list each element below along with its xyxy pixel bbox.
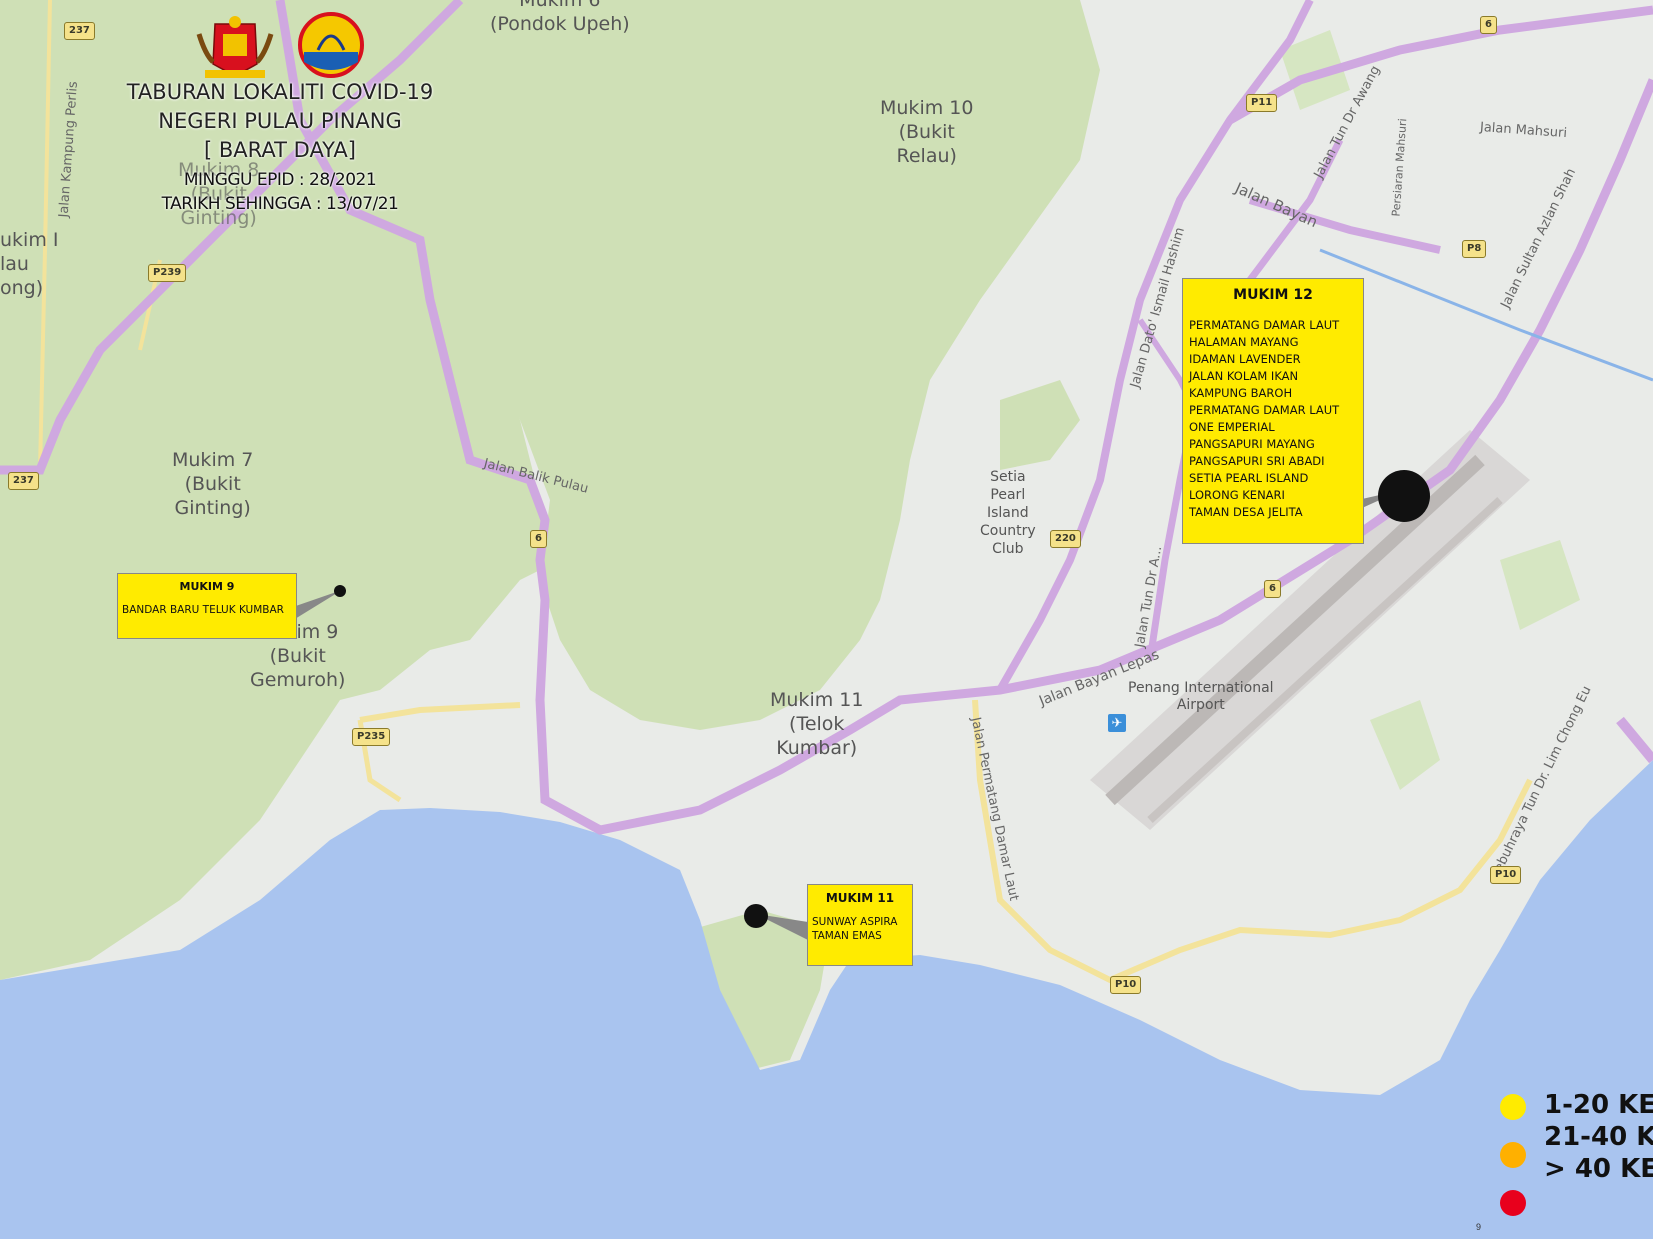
map-label-setia-pearl: Setia Pearl Island Country Club — [980, 469, 1036, 557]
callout-mukim11: MUKIM 11 SUNWAY ASPIRA TAMAN EMAS — [807, 884, 913, 966]
hotspot-mukim12[interactable] — [1378, 470, 1430, 522]
callout-mukim12-item: KAMPUNG BAROH — [1189, 386, 1293, 400]
callout-mukim12-item: ONE EMPERIAL — [1189, 420, 1275, 434]
route-shield-p8: P8 — [1462, 240, 1487, 258]
callout-mukim12-item: IDAMAN LAVENDER — [1189, 352, 1301, 366]
map-title: TABURAN LOKALITI COVID-19 NEGERI PULAU P… — [100, 78, 460, 165]
route-shield-220: 220 — [1050, 530, 1081, 548]
map-label-mukim10: Mukim 10 (Bukit Relau) — [880, 97, 974, 167]
coat-of-arms-logo — [196, 16, 274, 78]
map-label-airport: Penang International Airport — [1128, 680, 1274, 713]
map-title-line-2: NEGERI PULAU PINANG — [158, 109, 402, 133]
route-shield-p235: P235 — [352, 728, 391, 746]
callout-mukim12-item: PERMATANG DAMAR LAUT — [1189, 403, 1340, 417]
callout-mukim12-item: JALAN KOLAM IKAN — [1189, 369, 1299, 383]
map-canvas[interactable]: Mukim 6 (Pondok Upeh) Mukim 10 (Bukit Re… — [0, 0, 1653, 1239]
map-label-mukim7: Mukim 7 (Bukit Ginting) — [172, 449, 254, 519]
route-shield-6-top: 6 — [1480, 16, 1497, 34]
callout-mukim11-title: MUKIM 11 — [825, 891, 895, 905]
map-title-line-1: TABURAN LOKALITI COVID-19 — [126, 80, 434, 104]
state-emblem-logo — [298, 12, 364, 78]
callout-mukim12: MUKIM 12 PERMATANG DAMAR LAUT HALAMAN MAY… — [1182, 278, 1364, 544]
route-shield-p10-south: P10 — [1110, 976, 1142, 994]
callout-mukim9-item: BANDAR BARU TELUK KUMBAR — [122, 604, 284, 616]
epid-week: MINGGU EPID : 28/2021 — [183, 170, 377, 190]
callout-mukim12-item: LORONG KENARI — [1189, 488, 1285, 502]
as-of-date: TARIKH SEHINGGA : 13/07/21 — [161, 194, 399, 214]
callout-mukim12-item: PANGSAPURI MAYANG — [1189, 437, 1315, 451]
map-label-mukim6: Mukim 6 (Pondok Upeh) — [490, 0, 630, 35]
map-title-line-3: [ BARAT DAYA] — [204, 138, 356, 162]
callout-mukim12-item: SETIA PEARL ISLAND — [1189, 471, 1309, 485]
callout-mukim11-item: SUNWAY ASPIRA — [812, 916, 898, 928]
route-shield-p10-east: P10 — [1490, 866, 1522, 884]
route-shield-p11: P11 — [1246, 94, 1278, 112]
map-label-mukim1: ukim I lau ong) — [0, 229, 59, 299]
callout-mukim12-item: PERMATANG DAMAR LAUT — [1189, 318, 1340, 332]
legend-swatch-2 — [1500, 1142, 1526, 1168]
legend-swatch-1 — [1500, 1094, 1526, 1120]
callout-mukim11-list: SUNWAY ASPIRA TAMAN EMAS — [812, 915, 908, 943]
route-shield-237-mid: 237 — [8, 472, 39, 490]
route-shield-p239: P239 — [148, 264, 187, 282]
route-shield-6-east: 6 — [1264, 580, 1281, 598]
callout-mukim12-title: MUKIM 12 — [1233, 287, 1313, 303]
route-shield-6-mid: 6 — [530, 530, 547, 548]
callout-mukim12-item: TAMAN DESA JELITA — [1189, 505, 1303, 519]
hotspot-mukim11[interactable] — [744, 904, 768, 928]
legend-swatch-3 — [1500, 1190, 1526, 1216]
callout-mukim12-list: PERMATANG DAMAR LAUT HALAMAN MAYANG IDAMAN… — [1189, 317, 1357, 521]
callout-mukim12-item: PANGSAPURI SRI ABADI — [1189, 454, 1325, 468]
map-subtitle: MINGGU EPID : 28/2021 TARIKH SEHINGGA : … — [120, 168, 440, 216]
callout-mukim9: MUKIM 9 BANDAR BARU TELUK KUMBAR — [117, 573, 297, 639]
legend-label-3: > 40 KES — [1544, 1154, 1653, 1184]
map-label-mukim11: Mukim 11 (Telok Kumbar) — [770, 689, 864, 759]
callout-mukim9-list: BANDAR BARU TELUK KUMBAR — [122, 603, 292, 617]
airport-icon: ✈ — [1108, 714, 1126, 732]
hotspot-mukim9[interactable] — [334, 585, 346, 597]
callout-mukim12-item: HALAMAN MAYANG — [1189, 335, 1299, 349]
callout-mukim11-item: TAMAN EMAS — [812, 930, 882, 942]
route-shield-237-top: 237 — [64, 22, 95, 40]
legend-label-1: 1-20 KES — [1544, 1090, 1653, 1120]
page-number: 9 — [1476, 1222, 1482, 1232]
callout-mukim9-title: MUKIM 9 — [179, 580, 235, 593]
legend-label-2: 21-40 KES — [1544, 1122, 1653, 1152]
